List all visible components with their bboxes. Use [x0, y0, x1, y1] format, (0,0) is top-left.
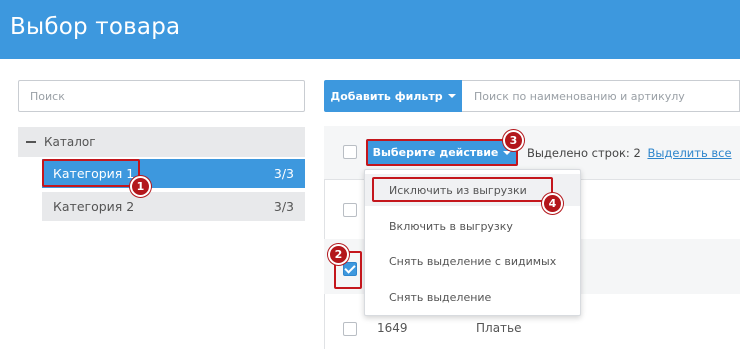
- row-article: 1649: [377, 321, 408, 335]
- add-filter-button[interactable]: Добавить фильтр: [324, 80, 462, 112]
- row-checkbox[interactable]: [343, 322, 357, 336]
- annotation-frame-4: [372, 177, 553, 202]
- category-search-input[interactable]: [19, 81, 304, 111]
- menu-item-deselect-all[interactable]: Снять выделение: [365, 281, 580, 313]
- tree-root-label: Каталог: [44, 135, 96, 149]
- annotation-badge-3: 3: [503, 130, 524, 151]
- menu-item-deselect-visible[interactable]: Снять выделение с видимых: [365, 245, 580, 277]
- tree-item-count: 3/3: [273, 199, 294, 214]
- product-search-input[interactable]: [462, 81, 739, 111]
- annotation-badge-2: 2: [328, 244, 349, 265]
- collapse-minus-icon[interactable]: [26, 141, 36, 143]
- selected-rows-info: Выделено строк: 2 Выделить все: [527, 146, 732, 160]
- page-header: Выбор товара: [0, 0, 740, 59]
- annotation-badge-4: 4: [542, 193, 563, 214]
- category-search-field[interactable]: [18, 80, 305, 112]
- tree-root-catalog[interactable]: Каталог: [18, 127, 305, 157]
- row-checkbox[interactable]: [343, 203, 357, 217]
- annotation-frame-3: [366, 139, 518, 166]
- select-all-checkbox[interactable]: [343, 145, 357, 159]
- product-search-field[interactable]: [462, 80, 740, 112]
- selected-rows-count: 2: [633, 146, 641, 160]
- selected-rows-label: Выделено строк:: [527, 146, 630, 160]
- select-all-link[interactable]: Выделить все: [647, 146, 731, 160]
- row-name: Платье: [476, 321, 522, 335]
- annotation-badge-1: 1: [130, 176, 151, 197]
- caret-down-icon: [447, 94, 456, 98]
- page-title: Выбор товара: [10, 14, 181, 40]
- add-filter-label: Добавить фильтр: [330, 89, 443, 103]
- tree-item-count: 3/3: [273, 166, 294, 181]
- tree-item-label: Категория 2: [53, 199, 135, 214]
- tree-item-category-2[interactable]: Категория 2 3/3: [42, 192, 305, 221]
- menu-item-include[interactable]: Включить в выгрузку: [365, 210, 580, 242]
- annotation-frame-1: [42, 159, 140, 187]
